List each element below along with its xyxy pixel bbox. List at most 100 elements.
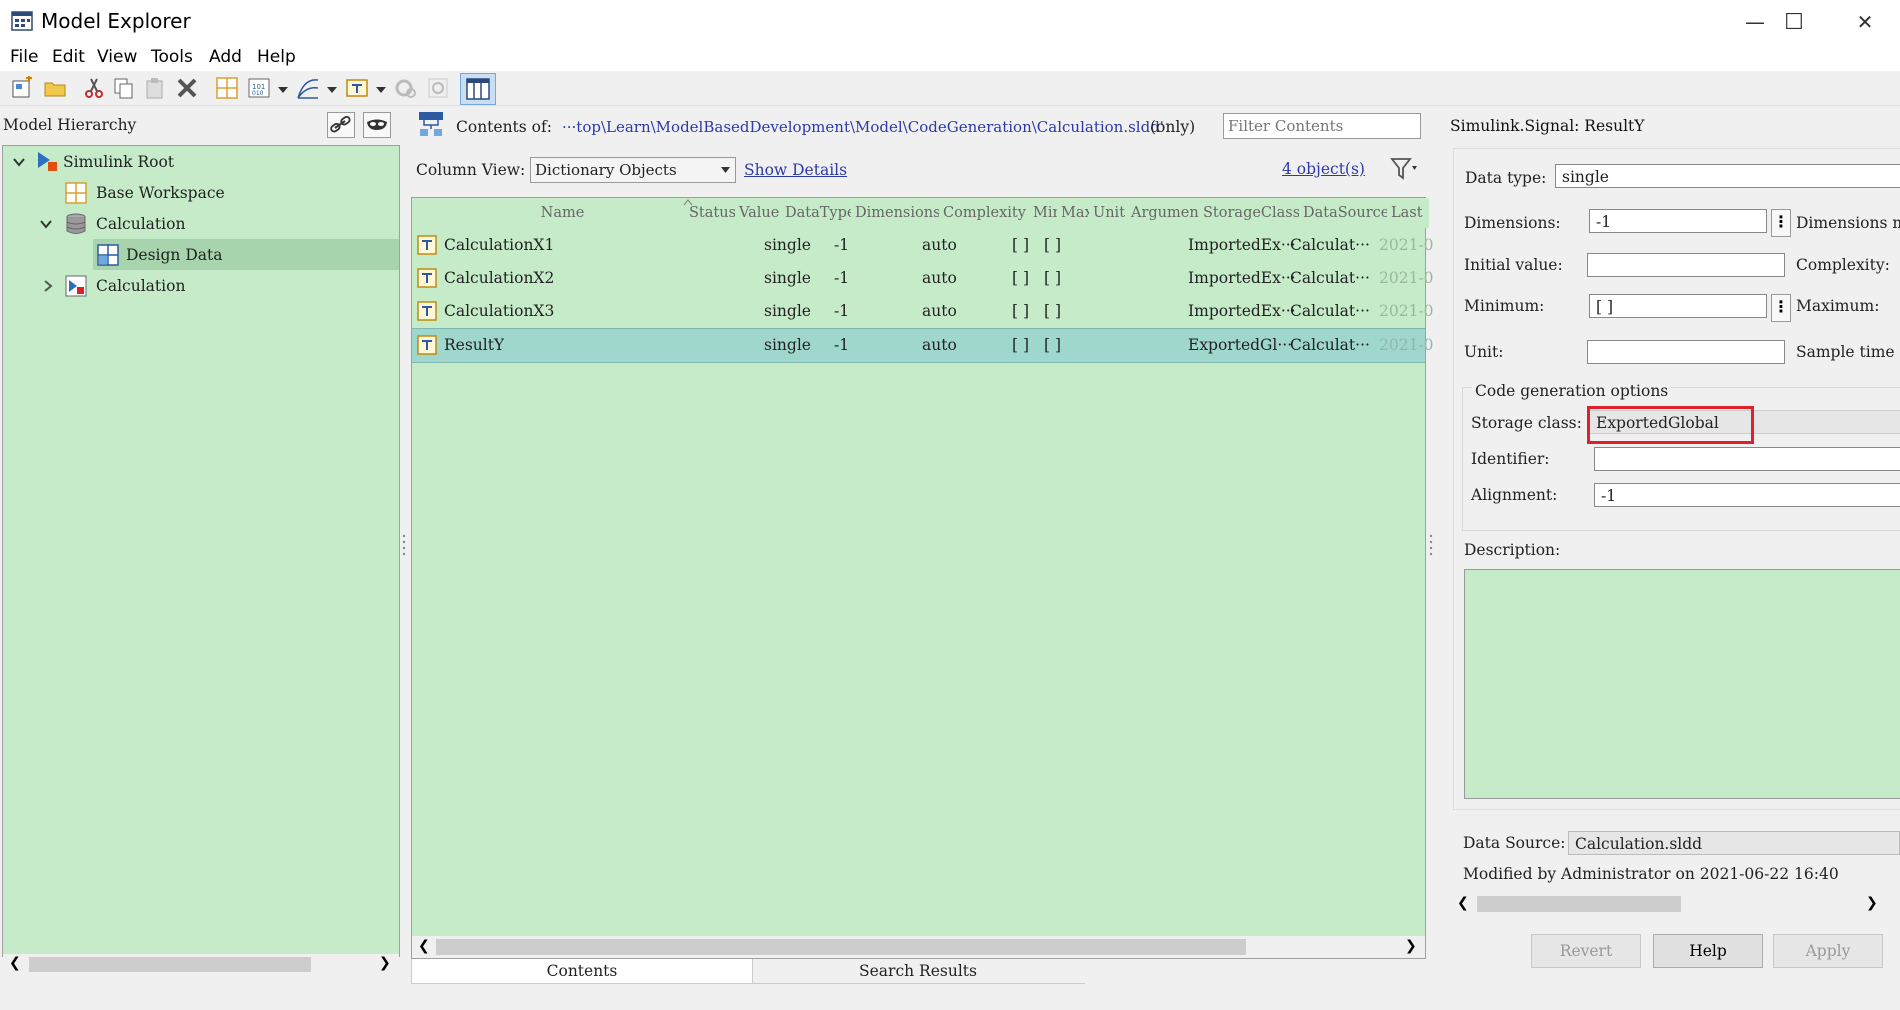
add-workspace-icon[interactable]	[215, 76, 239, 100]
table-horizontal-scrollbar[interactable]: ❮ ❯	[412, 935, 1425, 958]
column-view-select[interactable]: Dictionary Objects	[530, 157, 736, 183]
scroll-thumb[interactable]	[1477, 896, 1681, 912]
cell-complexity: auto	[922, 336, 957, 354]
object-count-link[interactable]: 4 object(s)	[1282, 160, 1365, 178]
cell-storageclass: ImportedEx···	[1188, 269, 1296, 287]
cell-last: 2021-0	[1379, 236, 1434, 254]
open-folder-icon[interactable]	[43, 76, 67, 100]
table-row[interactable]: CalculationX3 single -1 auto [ ] [ ] Imp…	[412, 295, 1434, 328]
simulink-root-icon	[38, 151, 57, 171]
column-header-datasource[interactable]: DataSource	[1299, 198, 1392, 228]
chevron-down-icon[interactable]	[278, 87, 288, 93]
dialog-title: Simulink.Signal: ResultY	[1450, 117, 1645, 135]
maximize-button[interactable]: ☐	[1759, 0, 1829, 44]
column-header-name[interactable]: Name	[440, 198, 686, 228]
scroll-left-icon[interactable]: ❮	[418, 938, 430, 954]
scroll-right-icon[interactable]: ❯	[1405, 938, 1417, 954]
scroll-right-icon[interactable]: ❯	[379, 955, 391, 971]
menu-help[interactable]: Help	[257, 47, 296, 67]
menu-file[interactable]: File	[10, 47, 38, 67]
help-button[interactable]: Help	[1653, 934, 1763, 968]
column-header-value[interactable]: Value	[735, 198, 786, 228]
contents-path-link[interactable]: ···top\Learn\ModelBasedDevelopment\Model…	[562, 118, 1164, 136]
column-header-unit[interactable]: Unit	[1089, 198, 1132, 228]
chevron-down-icon[interactable]	[39, 217, 53, 231]
table-row-selected[interactable]: ResultY single -1 auto [ ] [ ] ExportedG…	[412, 328, 1434, 363]
signal-object-icon	[417, 301, 437, 321]
chevron-right-icon[interactable]	[41, 279, 55, 293]
paste-icon[interactable]	[143, 76, 167, 100]
copy-icon[interactable]	[112, 76, 136, 100]
cell-storageclass: ImportedEx···	[1188, 302, 1296, 320]
apply-button[interactable]: Apply	[1773, 934, 1883, 968]
column-header-status[interactable]: Status	[685, 198, 740, 228]
tree-horizontal-scrollbar[interactable]: ❮ ❯	[3, 953, 399, 974]
splitter-handle[interactable]	[1429, 532, 1433, 558]
column-header-dimensions[interactable]: Dimensions	[851, 198, 944, 228]
tree-item-calculation-model[interactable]: Calculation	[3, 270, 399, 301]
scroll-right-icon[interactable]: ❯	[1866, 895, 1878, 911]
unit-field[interactable]	[1587, 340, 1785, 364]
tree-item-base-workspace[interactable]: Base Workspace	[3, 177, 399, 208]
column-header-datatype[interactable]: DataType	[781, 198, 856, 228]
table-row[interactable]: CalculationX2 single -1 auto [ ] [ ] Imp…	[412, 262, 1434, 295]
dimensions-field[interactable]: -1	[1589, 209, 1767, 233]
dimensions-menu-icon[interactable]: ⋮	[1771, 209, 1791, 237]
add-parameter-icon[interactable]: 101010	[247, 76, 271, 100]
menu-tools[interactable]: Tools	[151, 47, 193, 67]
column-view-toggle[interactable]	[460, 73, 496, 105]
scroll-thumb[interactable]	[29, 957, 311, 972]
chevron-down-icon[interactable]	[327, 87, 337, 93]
scroll-left-icon[interactable]: ❮	[1457, 895, 1469, 911]
add-signal-icon[interactable]	[296, 76, 320, 100]
scroll-thumb[interactable]	[436, 939, 1246, 955]
filter-icon[interactable]	[1390, 156, 1418, 182]
menu-bar: File Edit View Tools Add Help	[0, 44, 1900, 71]
model-hierarchy-title: Model Hierarchy	[3, 116, 137, 134]
revert-button[interactable]: Revert	[1531, 934, 1641, 968]
alignment-field[interactable]: -1	[1594, 483, 1900, 507]
tree-item-simulink-root[interactable]: Simulink Root	[3, 146, 399, 177]
table-row[interactable]: CalculationX1 single -1 auto [ ] [ ] Imp…	[412, 229, 1434, 262]
tab-search-results[interactable]: Search Results	[751, 959, 1085, 984]
mask-button[interactable]	[363, 112, 391, 138]
chevron-down-icon	[721, 167, 730, 173]
properties-horizontal-scrollbar[interactable]: ❮ ❯	[1453, 893, 1900, 915]
column-header-last[interactable]: Last	[1387, 198, 1429, 228]
delete-icon[interactable]	[175, 76, 199, 100]
splitter-handle[interactable]	[402, 532, 406, 558]
data-type-field[interactable]: single	[1555, 164, 1900, 188]
show-details-link[interactable]: Show Details	[744, 161, 847, 179]
cell-dimensions: -1	[834, 302, 850, 320]
cell-name: CalculationX3	[444, 302, 555, 320]
initial-value-field[interactable]	[1587, 253, 1785, 277]
cut-icon[interactable]	[82, 76, 106, 100]
tree-item-calculation-dictionary[interactable]: Calculation	[3, 208, 399, 239]
signal-object-icon	[417, 235, 437, 255]
menu-add[interactable]: Add	[209, 47, 242, 67]
configuration-icon	[395, 79, 416, 98]
tree-label: Base Workspace	[96, 183, 225, 202]
link-button[interactable]	[327, 112, 355, 138]
identifier-field[interactable]	[1594, 447, 1900, 471]
minimum-field[interactable]: [ ]	[1589, 294, 1767, 318]
add-data-object-icon[interactable]	[345, 76, 369, 100]
menu-view[interactable]: View	[97, 47, 137, 67]
column-header-argument[interactable]: Argument	[1127, 198, 1204, 228]
chevron-down-icon[interactable]	[12, 155, 26, 169]
data-type-label: Data type:	[1465, 169, 1547, 187]
chevron-down-icon[interactable]	[376, 87, 386, 93]
code-generation-title: Code generation options	[1472, 382, 1672, 400]
description-textarea[interactable]	[1464, 569, 1900, 799]
tab-contents[interactable]: Contents	[411, 959, 753, 984]
scroll-left-icon[interactable]: ❮	[9, 955, 21, 971]
menu-edit[interactable]: Edit	[52, 47, 85, 67]
column-view-value: Dictionary Objects	[535, 161, 677, 179]
minimum-menu-icon[interactable]: ⋮	[1771, 294, 1791, 322]
close-button[interactable]: ✕	[1830, 0, 1900, 44]
column-header-complexity[interactable]: Complexity	[939, 198, 1034, 228]
filter-contents-input[interactable]	[1223, 113, 1421, 139]
new-model-icon[interactable]	[10, 76, 34, 100]
tree-item-design-data[interactable]: Design Data	[93, 239, 399, 270]
column-header-storageclass[interactable]: StorageClass	[1199, 198, 1304, 228]
